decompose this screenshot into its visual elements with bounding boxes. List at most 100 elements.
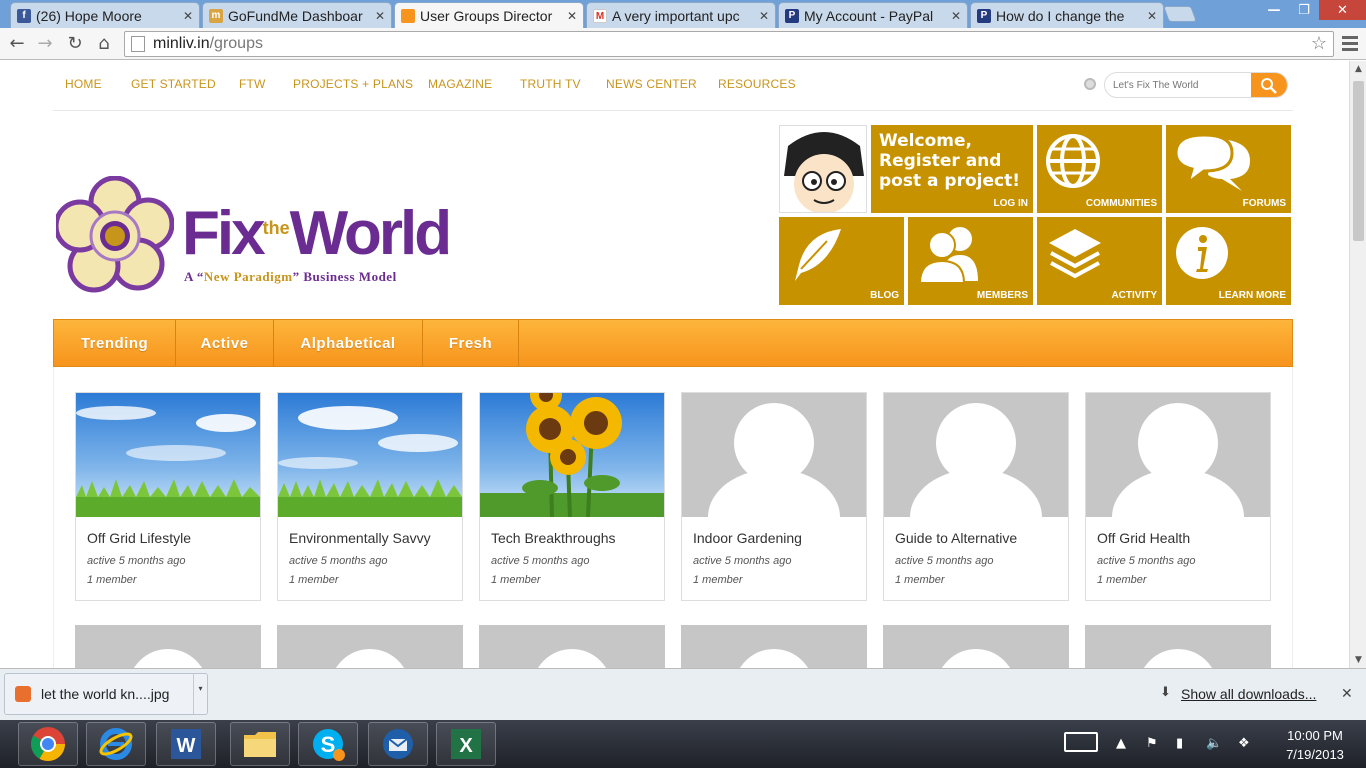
tab-paypal-account[interactable]: P My Account - PayPal ✕ (778, 2, 968, 28)
home-icon[interactable]: ⌂ (93, 33, 115, 55)
taskbar-file-explorer[interactable] (230, 722, 290, 766)
group-name[interactable]: Indoor Gardening (693, 530, 802, 546)
network-signal-icon[interactable]: ▮ (1176, 736, 1183, 751)
svg-text:S: S (321, 732, 336, 757)
group-image[interactable] (76, 393, 260, 517)
nav-truth-tv[interactable]: TRUTH TV (520, 77, 581, 91)
new-tab-button[interactable] (1163, 6, 1197, 22)
group-image[interactable] (884, 393, 1068, 517)
blog-tile[interactable]: BLOG (779, 217, 904, 305)
group-image[interactable] (479, 625, 665, 668)
taskbar-chrome[interactable] (18, 722, 78, 766)
learn-more-tile[interactable]: LEARN MORE (1166, 217, 1291, 305)
group-member-count: 1 member (895, 574, 945, 586)
nav-magazine[interactable]: MAGAZINE (428, 77, 492, 91)
search-input[interactable] (1113, 77, 1251, 93)
group-image[interactable] (75, 625, 261, 668)
taskbar-internet-explorer[interactable] (86, 722, 146, 766)
nav-resources[interactable]: RESOURCES (718, 77, 796, 91)
tab-close-icon[interactable]: ✕ (759, 9, 769, 23)
show-all-downloads-link[interactable]: Show all downloads... (1181, 686, 1316, 702)
group-image[interactable] (682, 393, 866, 517)
reload-icon[interactable]: ↻ (64, 33, 86, 55)
group-card[interactable]: Guide to Alternative active 5 months ago… (883, 392, 1069, 601)
login-link[interactable]: LOG IN (994, 198, 1028, 209)
group-name[interactable]: Guide to Alternative (895, 530, 1017, 546)
chevron-up-icon[interactable]: ▲ (1116, 736, 1126, 751)
communities-tile[interactable]: COMMUNITIES (1037, 125, 1162, 213)
group-card[interactable]: Tech Breakthroughs active 5 months ago 1… (479, 392, 665, 601)
scroll-up-icon[interactable]: ▲ (1350, 64, 1366, 74)
nav-news-center[interactable]: NEWS CENTER (606, 77, 697, 91)
group-card[interactable]: Off Grid Lifestyle active 5 months ago 1… (75, 392, 261, 601)
tab-paypal-help[interactable]: P How do I change the ✕ (970, 2, 1164, 28)
welcome-tile[interactable]: Welcome, Register and post a project! LO… (871, 125, 1033, 213)
internet-explorer-icon (99, 728, 133, 760)
group-card[interactable]: Indoor Gardening active 5 months ago 1 m… (681, 392, 867, 601)
download-item[interactable]: let the world kn....jpg ▾ (4, 673, 208, 715)
taskbar-thunderbird[interactable] (368, 722, 428, 766)
tab-close-icon[interactable]: ✕ (375, 9, 385, 23)
page-scrollbar[interactable]: ▲ ▼ (1349, 61, 1366, 668)
group-image[interactable] (1086, 393, 1270, 517)
nav-get-started[interactable]: GET STARTED (131, 77, 216, 91)
nav-projects-plans[interactable]: PROJECTS + PLANS (293, 77, 413, 91)
default-avatar-icon (708, 403, 840, 517)
sunflowers-image (480, 393, 664, 517)
group-image[interactable] (883, 625, 1069, 668)
group-image[interactable] (278, 393, 462, 517)
group-card[interactable]: Off Grid Health active 5 months ago 1 me… (1085, 392, 1271, 601)
tab-close-icon[interactable]: ✕ (951, 9, 961, 23)
group-image[interactable] (1085, 625, 1271, 668)
nav-home[interactable]: HOME (65, 77, 102, 91)
chevron-down-icon[interactable]: ▾ (193, 674, 207, 714)
group-name[interactable]: Off Grid Health (1097, 530, 1190, 546)
filter-fresh[interactable]: Fresh (423, 320, 519, 366)
tab-user-groups[interactable]: User Groups Director ✕ (394, 2, 584, 28)
taskbar-skype[interactable]: S (298, 722, 358, 766)
tab-close-icon[interactable]: ✕ (567, 9, 577, 23)
group-name[interactable]: Off Grid Lifestyle (87, 530, 191, 546)
action-center-flag-icon[interactable]: ⚑ (1146, 736, 1158, 751)
forward-icon[interactable]: → (34, 33, 56, 55)
tab-facebook[interactable]: f (26) Hope Moore ✕ (10, 2, 200, 28)
filter-active[interactable]: Active (176, 320, 274, 366)
avatar[interactable] (779, 125, 867, 213)
scroll-down-icon[interactable]: ▼ (1350, 655, 1366, 665)
filter-alphabetical[interactable]: Alphabetical (274, 320, 423, 366)
address-bar[interactable]: minliv.in/groups ☆ (124, 31, 1334, 57)
system-clock[interactable]: 10:00 PM 7/19/2013 (1270, 726, 1360, 764)
forums-tile[interactable]: FORUMS (1166, 125, 1291, 213)
menu-icon[interactable] (1342, 36, 1358, 54)
tab-gofundme[interactable]: m GoFundMe Dashboar ✕ (202, 2, 392, 28)
group-name[interactable]: Tech Breakthroughs (491, 530, 616, 546)
members-tile[interactable]: MEMBERS (908, 217, 1033, 305)
volume-icon[interactable]: 🔈 (1206, 736, 1222, 751)
tab-close-icon[interactable]: ✕ (1147, 9, 1157, 23)
filter-trending[interactable]: Trending (54, 320, 176, 366)
scrollbar-thumb[interactable] (1353, 81, 1364, 241)
minimize-icon[interactable]: — (1259, 0, 1289, 20)
group-card[interactable]: Environmentally Savvy active 5 months ag… (277, 392, 463, 601)
group-image[interactable] (681, 625, 867, 668)
group-name[interactable]: Environmentally Savvy (289, 530, 431, 546)
keyboard-icon[interactable] (1064, 732, 1098, 752)
search-button[interactable] (1251, 73, 1287, 97)
back-icon[interactable]: ← (6, 33, 28, 55)
group-image[interactable] (480, 393, 664, 517)
taskbar-word[interactable]: W (156, 722, 216, 766)
gofundme-icon: m (209, 8, 223, 23)
close-downloads-icon[interactable]: ✕ (1341, 686, 1353, 702)
maximize-icon[interactable]: ❐ (1289, 0, 1319, 20)
group-image[interactable] (277, 625, 463, 668)
dropbox-icon[interactable]: ❖ (1238, 736, 1250, 751)
site-logo[interactable]: FixtheWorld A “New Paradigm” Business Mo… (56, 176, 456, 306)
nav-ftw[interactable]: FTW (239, 77, 266, 91)
taskbar-excel[interactable]: X (436, 722, 496, 766)
activity-tile[interactable]: ACTIVITY (1037, 217, 1162, 305)
bookmark-star-icon[interactable]: ☆ (1311, 33, 1327, 54)
close-window-icon[interactable]: ✕ (1319, 0, 1366, 20)
rss-icon[interactable] (1084, 78, 1096, 90)
tab-close-icon[interactable]: ✕ (183, 9, 193, 23)
tab-gmail[interactable]: M A very important upc ✕ (586, 2, 776, 28)
